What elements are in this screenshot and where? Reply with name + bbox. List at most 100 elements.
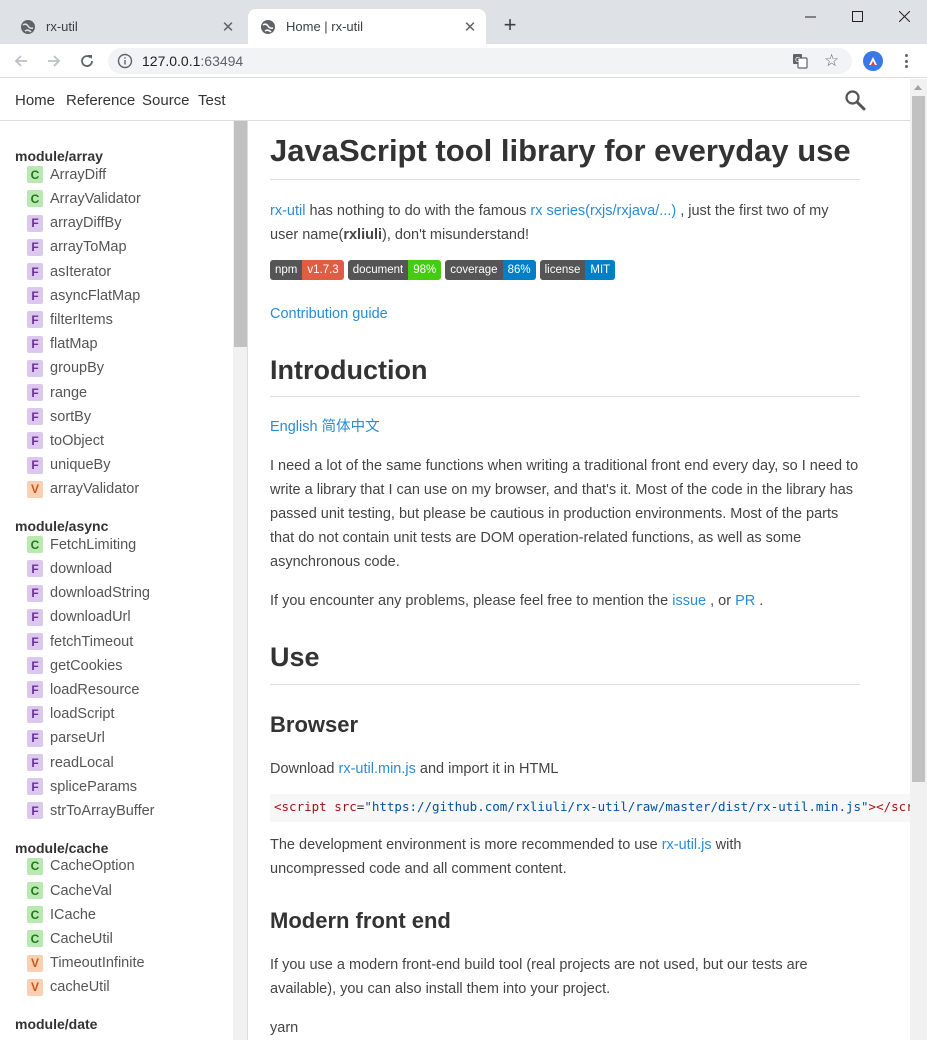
sidebar-item-flatmap[interactable]: FflatMap xyxy=(27,335,98,354)
reload-button[interactable] xyxy=(76,50,98,72)
sidebar-item-label: flatMap xyxy=(50,336,98,353)
sidebar-item-spliceparams[interactable]: FspliceParams xyxy=(27,777,137,796)
sidebar-item-arraytomap[interactable]: FarrayToMap xyxy=(27,238,127,257)
chinese-link[interactable]: 简体中文 xyxy=(322,419,380,435)
problems-paragraph: If you encounter any problems, please fe… xyxy=(270,589,870,613)
translate-icon[interactable]: G xyxy=(792,53,808,69)
kind-badge-icon: F xyxy=(27,263,43,280)
kind-badge-icon: F xyxy=(27,238,43,256)
page-viewport: Home Reference Source Test module/array C… xyxy=(0,79,927,1040)
page-scrollbar[interactable] xyxy=(910,79,927,1040)
sidebar-item-label: TimeoutInfinite xyxy=(50,955,145,972)
sidebar-item-icache[interactable]: C ICache xyxy=(27,905,96,924)
introduction-divider xyxy=(270,396,860,397)
sidebar-item-sortby[interactable]: FsortBy xyxy=(27,407,91,426)
profile-icon xyxy=(869,57,877,65)
tab-rx-util[interactable]: rx-util ✕ xyxy=(8,9,244,44)
sidebar-item-downloadstring[interactable]: FdownloadString xyxy=(27,584,150,603)
rx-util-min-link[interactable]: rx-util.min.js xyxy=(339,761,416,777)
sidebar-item-label: range xyxy=(50,384,88,401)
contribution-guide-link[interactable]: Contribution guide xyxy=(270,302,870,326)
sidebar-item-getcookies[interactable]: FgetCookies xyxy=(27,656,123,675)
rx-util-link[interactable]: rx-util xyxy=(270,203,305,219)
sidebar-item-asiterator[interactable]: FasIterator xyxy=(27,262,111,281)
shield-value: 98% xyxy=(408,260,442,280)
use-divider xyxy=(270,684,860,685)
sidebar-item-groupby[interactable]: FgroupBy xyxy=(27,359,104,378)
sidebar-item-uniqueby[interactable]: FuniqueBy xyxy=(27,456,110,475)
close-icon[interactable]: ✕ xyxy=(218,17,238,37)
bookmark-star-icon[interactable]: ☆ xyxy=(824,51,839,71)
kind-badge-icon: F xyxy=(27,214,43,232)
rx-series-link[interactable]: rx series(rxjs/rxjava/...) xyxy=(530,203,676,219)
intro-text-1: has nothing to do with the famous xyxy=(305,203,531,219)
sidebar-item-label: parseUrl xyxy=(50,730,105,747)
sidebar-item-fetchtimeout[interactable]: FfetchTimeout xyxy=(27,632,133,651)
tab-home[interactable]: Home | rx-util ✕ xyxy=(248,9,486,44)
forward-button[interactable] xyxy=(43,50,65,72)
sidebar-item-cacheoption[interactable]: C CacheOption xyxy=(27,857,135,876)
shield-npm[interactable]: npm v1.7.3 xyxy=(270,260,344,280)
profile-avatar[interactable] xyxy=(863,51,883,71)
sidebar-item-strtoarraybuffer[interactable]: FstrToArrayBuffer xyxy=(27,801,155,820)
sidebar-item-cacheutil[interactable]: VcacheUtil xyxy=(27,978,110,997)
kind-badge-icon: F xyxy=(27,560,43,578)
sidebar: module/array C ArrayDiff C ArrayValidator Far… xyxy=(0,121,233,1040)
sidebar-item-arrayvalidator[interactable]: VarrayValidator xyxy=(27,480,139,499)
kind-badge-icon: F xyxy=(27,384,43,401)
nav-reference-link[interactable]: Reference xyxy=(66,92,135,109)
rx-util-js-link[interactable]: rx-util.js xyxy=(662,837,712,853)
sidebar-item-range[interactable]: Frange xyxy=(27,383,87,402)
menu-kebab-icon[interactable] xyxy=(897,52,915,70)
sidebar-item-loadresource[interactable]: FloadResource xyxy=(27,680,139,699)
scroll-up-arrow-icon[interactable] xyxy=(914,85,922,90)
maximize-button[interactable] xyxy=(834,4,880,28)
sidebar-item-fetchlimiting[interactable]: C FetchLimiting xyxy=(27,535,136,554)
contribution-guide-label[interactable]: Contribution guide xyxy=(270,306,388,322)
shield-coverage[interactable]: coverage 86% xyxy=(445,260,536,280)
shield-document[interactable]: document 98% xyxy=(347,260,442,280)
sidebar-item-arrayvalidator[interactable]: C ArrayValidator xyxy=(27,189,141,208)
sidebar-item-readlocal[interactable]: FreadLocal xyxy=(27,753,114,772)
sidebar-item-downloadurl[interactable]: FdownloadUrl xyxy=(27,608,131,627)
title-divider xyxy=(270,179,860,180)
sidebar-scrollbar[interactable] xyxy=(233,121,248,1040)
sidebar-item-cacheval[interactable]: C CacheVal xyxy=(27,881,112,900)
pr-link[interactable]: PR xyxy=(735,593,755,609)
shield-label: coverage xyxy=(445,260,503,280)
modern-paragraph: If you use a modern front-end build tool… xyxy=(270,957,808,997)
window-close-button[interactable] xyxy=(881,4,927,28)
issue-link[interactable]: issue xyxy=(672,593,706,609)
sidebar-group-heading: module/date xyxy=(15,1016,98,1032)
sidebar-scroll-thumb[interactable] xyxy=(234,121,247,347)
sidebar-item-arraydiffby[interactable]: FarrayDiffBy xyxy=(27,214,121,233)
sidebar-item-label: cacheUtil xyxy=(50,979,110,996)
sidebar-item-arraydiff[interactable]: C ArrayDiff xyxy=(27,165,106,184)
nav-home-link[interactable]: Home xyxy=(15,92,55,109)
shield-license[interactable]: license MIT xyxy=(539,260,616,280)
close-icon xyxy=(898,10,910,22)
info-icon[interactable] xyxy=(117,53,133,69)
main-content: JavaScript tool library for everyday use… xyxy=(270,121,910,1040)
top-navigation: Home Reference Source Test xyxy=(0,79,910,121)
english-link[interactable]: English xyxy=(270,419,318,435)
sidebar-item-cacheutil[interactable]: C CacheUtil xyxy=(27,929,113,948)
page-scroll-thumb[interactable] xyxy=(912,96,925,782)
sidebar-item-asyncflatmap[interactable]: FasyncFlatMap xyxy=(27,286,140,305)
nav-test-link[interactable]: Test xyxy=(198,92,226,109)
sidebar-item-filteritems[interactable]: FfilterItems xyxy=(27,310,113,329)
sidebar-item-download[interactable]: Fdownload xyxy=(27,559,112,578)
kind-badge-icon: F xyxy=(27,802,43,820)
sidebar-item-loadscript[interactable]: FloadScript xyxy=(27,705,114,724)
address-bar[interactable]: 127.0.0.1:63494 G ☆ xyxy=(108,48,852,74)
sidebar-item-toobject[interactable]: FtoObject xyxy=(27,431,104,450)
close-icon[interactable]: ✕ xyxy=(460,17,480,37)
sidebar-item-timeoutinfinite[interactable]: V TimeoutInfinite xyxy=(27,954,145,973)
nav-source-link[interactable]: Source xyxy=(142,92,190,109)
intro-text-3: ), don't misunderstand! xyxy=(382,227,530,243)
sidebar-item-parseurl[interactable]: FparseUrl xyxy=(27,729,105,748)
back-button[interactable] xyxy=(10,50,32,72)
search-icon[interactable] xyxy=(844,89,866,111)
minimize-button[interactable] xyxy=(787,4,833,28)
new-tab-button[interactable]: + xyxy=(498,14,522,38)
